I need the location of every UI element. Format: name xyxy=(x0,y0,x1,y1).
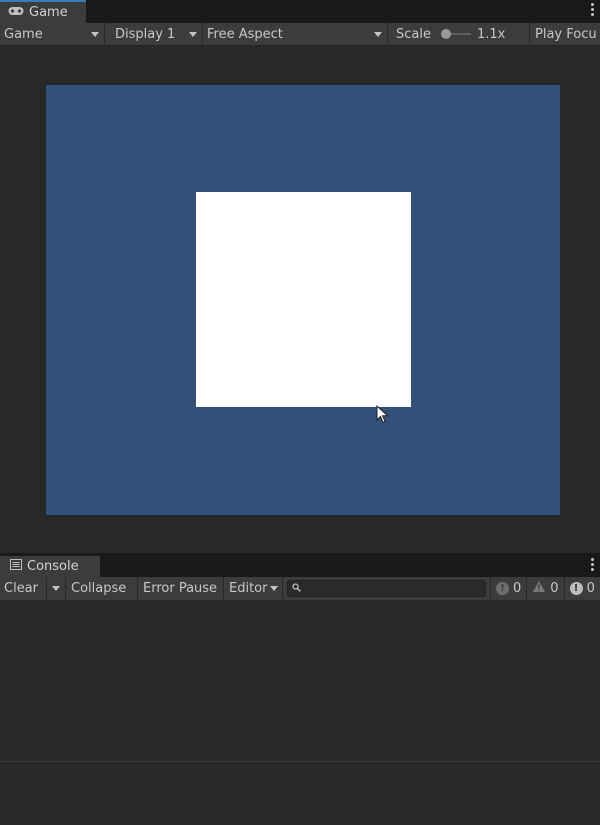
play-focus-label: Play Focu xyxy=(535,26,597,42)
clear-button[interactable]: Clear xyxy=(0,577,47,600)
gamepad-icon xyxy=(8,5,24,20)
console-list-icon xyxy=(10,559,22,574)
info-count-toggle[interactable]: ! 0 xyxy=(490,577,526,600)
collapse-toggle[interactable]: Collapse xyxy=(66,577,138,600)
white-square xyxy=(196,192,411,407)
console-tab-label: Console xyxy=(27,559,79,574)
display-label: Display 1 xyxy=(115,26,176,42)
info-count: 0 xyxy=(513,581,522,596)
play-focus-dropdown[interactable]: Play Focu xyxy=(530,27,597,42)
chevron-down-icon xyxy=(91,31,99,37)
editor-label: Editor xyxy=(229,581,268,596)
game-mode-dropdown[interactable]: Game xyxy=(0,23,105,45)
aspect-label: Free Aspect xyxy=(207,26,283,42)
game-view-area xyxy=(0,47,600,553)
game-window-menu-icon[interactable] xyxy=(590,3,594,16)
warning-icon xyxy=(532,580,546,597)
game-toolbar: Game Display 1 Free Aspect Scale 1.1x Pl… xyxy=(0,23,600,46)
scale-value: 1.1x xyxy=(476,26,506,42)
error-count: 0 xyxy=(586,581,595,596)
console-log-list[interactable] xyxy=(0,601,600,761)
scale-label: Scale xyxy=(396,26,431,42)
game-tab-label: Game xyxy=(29,5,68,20)
chevron-down-icon xyxy=(189,31,197,37)
chevron-down-icon xyxy=(52,586,60,591)
game-mode-label: Game xyxy=(4,26,43,42)
chevron-down-icon xyxy=(374,31,382,37)
warning-count-toggle[interactable]: 0 xyxy=(526,577,563,600)
mouse-cursor-icon xyxy=(376,404,390,429)
scale-slider[interactable] xyxy=(440,29,471,39)
warning-count: 0 xyxy=(550,581,559,596)
collapse-label: Collapse xyxy=(71,581,127,596)
scale-control: Scale 1.1x xyxy=(388,23,530,45)
game-tab-bar: Game xyxy=(0,0,600,23)
clear-options-dropdown[interactable] xyxy=(47,577,66,600)
editor-dropdown[interactable]: Editor xyxy=(224,577,283,600)
chevron-down-icon xyxy=(270,586,279,591)
console-detail-pane[interactable] xyxy=(0,762,600,825)
error-icon: ! xyxy=(569,582,583,595)
search-icon xyxy=(292,581,301,596)
error-count-toggle[interactable]: ! 0 xyxy=(563,577,600,600)
aspect-dropdown[interactable]: Free Aspect xyxy=(203,23,388,45)
console-search-field[interactable] xyxy=(287,580,486,597)
error-pause-label: Error Pause xyxy=(143,581,218,596)
console-tab-bar: Console xyxy=(0,556,600,577)
console-toolbar: Clear Collapse Error Pause Editor ! 0 0 … xyxy=(0,577,600,601)
error-pause-toggle[interactable]: Error Pause xyxy=(138,577,224,600)
console-window-menu-icon[interactable] xyxy=(590,558,594,571)
game-viewport[interactable] xyxy=(46,85,560,515)
display-dropdown[interactable]: Display 1 xyxy=(105,23,203,45)
console-tab[interactable]: Console xyxy=(0,556,100,577)
scale-slider-knob[interactable] xyxy=(440,29,451,39)
info-icon: ! xyxy=(496,582,509,595)
game-tab[interactable]: Game xyxy=(0,0,86,23)
clear-label: Clear xyxy=(4,581,38,596)
